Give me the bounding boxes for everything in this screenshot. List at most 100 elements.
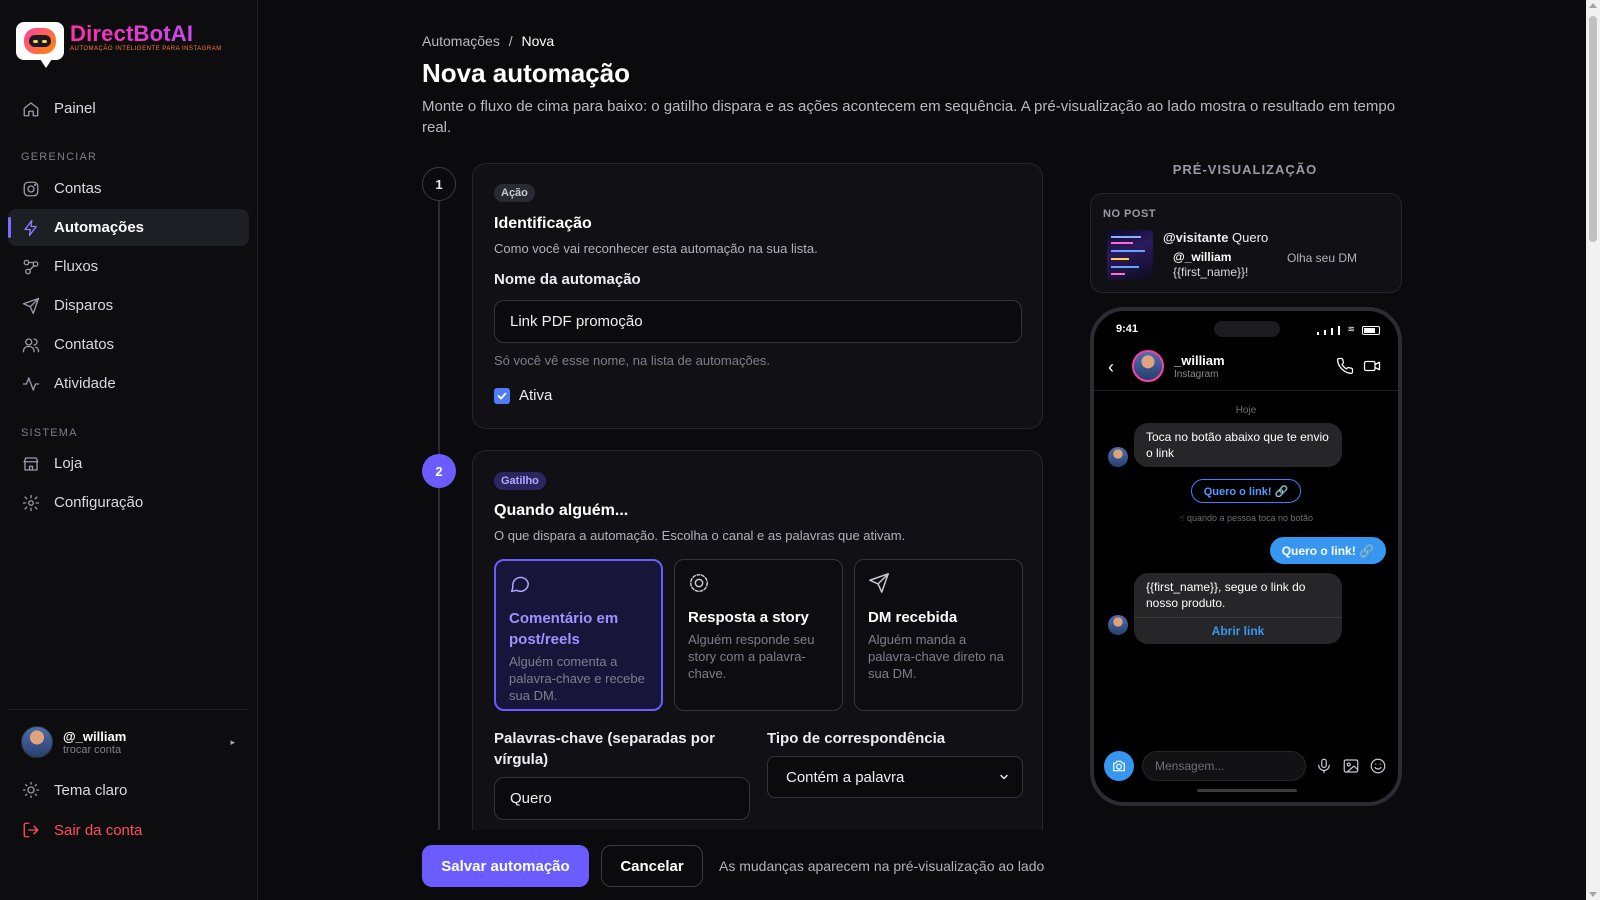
breadcrumb-current: Nova — [521, 33, 555, 49]
sidebar-item-configuracao[interactable]: Configuração — [8, 484, 249, 521]
gear-icon — [22, 494, 40, 511]
card-message-text: {{first_name}}, segue o link do nosso pr… — [1146, 580, 1306, 610]
sidebar-item-label: Contas — [54, 180, 102, 197]
user-block: @_william trocar conta ▸ — [8, 709, 249, 760]
emoji-icon[interactable] — [1369, 757, 1387, 775]
brand-name: DirectBotAI — [70, 22, 222, 46]
post-preview-card: NO POST @visitante Quero @_william {{fir… — [1090, 193, 1402, 293]
theme-toggle[interactable]: Tema claro — [22, 781, 127, 799]
message-input[interactable]: Mensagem... — [1142, 751, 1306, 781]
video-call-icon[interactable] — [1362, 357, 1382, 375]
story-icon — [690, 574, 708, 592]
cancel-button[interactable]: Cancelar — [601, 845, 703, 887]
home-indicator — [1197, 789, 1297, 792]
save-button[interactable]: Salvar automação — [422, 845, 589, 887]
page-scrollbar[interactable] — [1586, 0, 1600, 900]
sidebar-item-label: Disparos — [54, 297, 114, 314]
sidebar-item-fluxos[interactable]: Fluxos — [8, 248, 249, 285]
back-arrow-icon[interactable]: ‹ — [1108, 357, 1114, 378]
footer-note: As mudanças aparecem na pré-visualização… — [719, 858, 1045, 874]
brand-logo[interactable]: DirectBotAI AUTOMAÇÃO INTELIGENTE PARA I… — [16, 22, 222, 68]
image-icon[interactable] — [1342, 757, 1360, 775]
option-title: Resposta a story — [688, 609, 809, 626]
breadcrumb: Automações / Nova — [422, 33, 554, 49]
contact-sub: Instagram — [1174, 369, 1219, 380]
message-composer: Mensagem... — [1104, 749, 1390, 783]
sidebar-item-automacoes[interactable]: Automações — [8, 209, 249, 246]
option-title: DM recebida — [868, 609, 958, 626]
automation-name-label: Nome da automação — [494, 271, 641, 288]
breadcrumb-parent[interactable]: Automações — [422, 33, 500, 49]
avatar — [1108, 447, 1128, 467]
sidebar-item-contas[interactable]: Contas — [8, 170, 249, 207]
active-toggle[interactable]: Ativa — [494, 387, 552, 404]
sidebar-section-sistema: SISTEMA — [21, 427, 78, 439]
match-type-select[interactable]: Contém a palavra — [767, 756, 1023, 798]
steps-connector — [438, 200, 440, 840]
theme-label: Tema claro — [54, 781, 128, 799]
reply-text-2: Olha seu DM — [1287, 251, 1358, 265]
post-comment: @visitante Quero — [1163, 230, 1268, 245]
step-number-2: 2 — [422, 454, 456, 488]
card-subtitle: O que dispara a automação. Escolha o can… — [494, 528, 906, 543]
open-link-button[interactable]: Abrir link — [1134, 617, 1342, 644]
tap-note: ☝ quando a pessoa toca no botão — [1178, 513, 1314, 523]
trigger-option-dm[interactable]: DM recebida Alguém manda a palavra-chave… — [854, 559, 1023, 711]
sidebar-item-label: Fluxos — [54, 258, 99, 275]
send-icon — [869, 573, 889, 593]
account-switcher[interactable]: @_william trocar conta ▸ — [8, 724, 249, 760]
battery-icon — [1362, 326, 1380, 335]
caret-right-icon: ▸ — [230, 736, 235, 747]
post-thumbnail — [1107, 230, 1153, 280]
robot-logo-icon — [16, 22, 64, 68]
sidebar-item-painel[interactable]: Painel — [8, 90, 249, 127]
phone-preview: 9:41 ≋ ‹ _william Instagram Hoje Toca no… — [1090, 307, 1402, 806]
wifi-icon: ≋ — [1347, 324, 1355, 334]
sidebar-item-label: Painel — [54, 100, 96, 117]
step-number-1: 1 — [422, 167, 456, 201]
send-icon — [22, 297, 40, 314]
card-subtitle: Como você vai reconhecer esta automação … — [494, 241, 818, 256]
scrollbar-thumb[interactable] — [1589, 16, 1597, 242]
logout-icon — [23, 822, 39, 838]
sidebar: DirectBotAI AUTOMAÇÃO INTELIGENTE PARA I… — [0, 0, 258, 900]
sidebar-item-contatos[interactable]: Contatos — [8, 326, 249, 363]
phone-notch — [1214, 321, 1280, 337]
sidebar-item-label: Configuração — [54, 494, 144, 511]
reply-handle: @_william — [1173, 250, 1232, 264]
microphone-icon[interactable] — [1315, 757, 1333, 775]
trigger-option-comment[interactable]: Comentário em post/reels Alguém comenta … — [494, 559, 663, 711]
sidebar-item-loja[interactable]: Loja — [8, 445, 249, 482]
identification-card: Ação Identificação Como você vai reconhe… — [472, 163, 1043, 429]
active-checkbox[interactable] — [494, 387, 510, 404]
avatar — [21, 726, 53, 758]
phone-call-icon[interactable] — [1336, 357, 1354, 375]
automation-name-input[interactable]: Link PDF promoção — [494, 300, 1022, 343]
card-heading: Quando alguém... — [494, 502, 629, 519]
match-type-value: Contém a palavra — [786, 768, 905, 786]
sidebar-section-gerenciar: GERENCIAR — [21, 151, 98, 163]
camera-icon[interactable] — [1104, 751, 1134, 781]
match-type-label: Tipo de correspondência — [767, 730, 946, 747]
phone-time: 9:41 — [1116, 323, 1139, 335]
comment-icon — [511, 576, 529, 593]
sidebar-item-disparos[interactable]: Disparos — [8, 287, 249, 324]
step-tag: Ação — [494, 184, 535, 202]
incoming-card-message: {{first_name}}, segue o link do nosso pr… — [1134, 573, 1342, 644]
home-icon — [23, 101, 39, 116]
sidebar-item-label: Automações — [54, 219, 145, 236]
post-label: NO POST — [1103, 208, 1157, 220]
trigger-option-story[interactable]: Resposta a story Alguém responde seu sto… — [674, 559, 843, 711]
logout-label: Sair da conta — [54, 821, 143, 839]
scroll-down-icon[interactable] — [1589, 892, 1597, 897]
sidebar-item-atividade[interactable]: Atividade — [8, 365, 249, 402]
switch-account-label: trocar conta — [63, 743, 122, 756]
keywords-input[interactable]: Quero — [494, 777, 750, 820]
day-separator: Hoje — [1235, 405, 1257, 416]
incoming-message: Toca no botão abaixo que te envio o link — [1134, 423, 1342, 467]
quick-reply-button[interactable]: Quero o link! 🔗 — [1191, 479, 1301, 503]
scroll-up-icon[interactable] — [1589, 3, 1597, 8]
store-icon — [23, 456, 39, 471]
logout-button[interactable]: Sair da conta — [22, 821, 142, 839]
keywords-label: Palavras-chave (separadas por vírgula) — [494, 730, 715, 768]
